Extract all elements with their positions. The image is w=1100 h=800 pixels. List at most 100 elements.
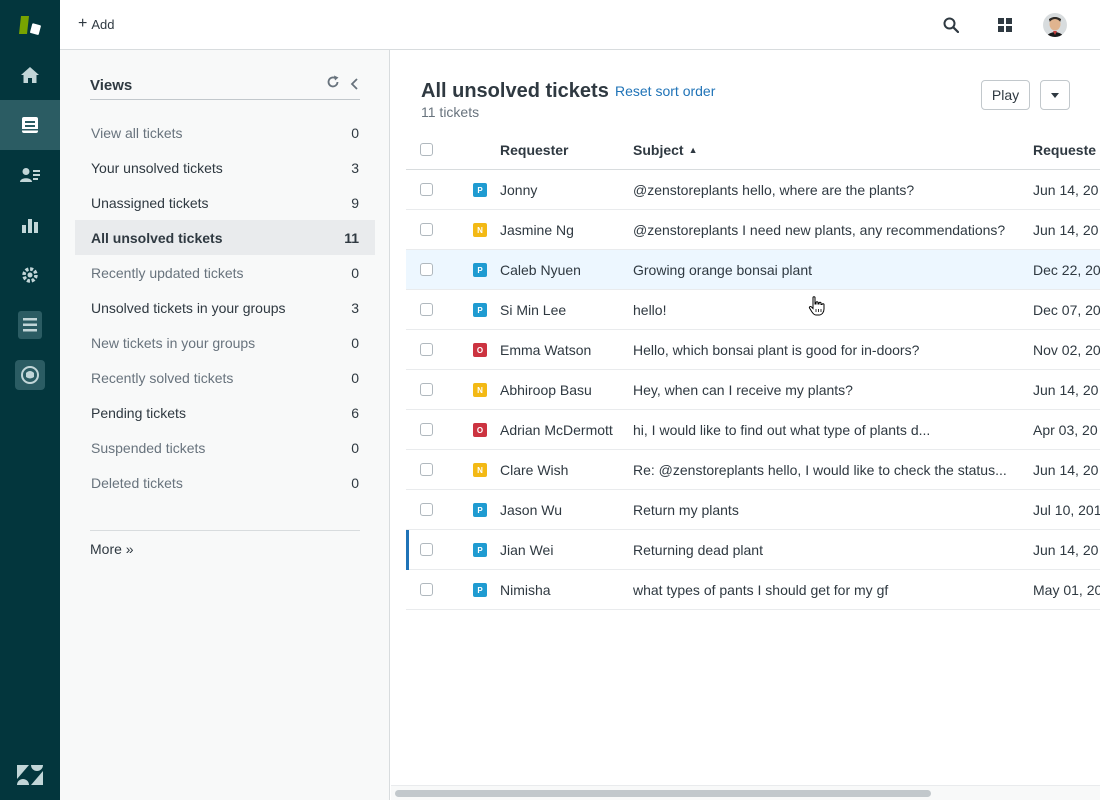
view-item-count: 0 — [351, 124, 359, 141]
zendesk-support-logo[interactable] — [0, 0, 60, 50]
view-item-count: 3 — [351, 299, 359, 316]
view-options-dropdown[interactable] — [1040, 80, 1070, 110]
view-item-label: View all tickets — [91, 124, 183, 141]
requester-cell: Si Min Lee — [500, 302, 567, 318]
view-item-unassigned[interactable]: Unassigned tickets 9 — [75, 185, 375, 220]
table-row[interactable]: N Clare Wish Re: @zenstoreplants hello, … — [406, 450, 1100, 490]
column-requested[interactable]: Requeste — [1033, 130, 1100, 170]
row-checkbox[interactable] — [420, 303, 433, 316]
requester-cell: Adrian McDermott — [500, 422, 613, 438]
view-item-view-all[interactable]: View all tickets 0 — [75, 115, 375, 150]
plus-icon: + — [78, 15, 88, 32]
view-item-deleted[interactable]: Deleted tickets 0 — [75, 465, 375, 500]
divider — [90, 530, 360, 531]
row-checkbox[interactable] — [420, 263, 433, 276]
table-row[interactable]: O Adrian McDermott hi, I would like to f… — [406, 410, 1100, 450]
view-item-label: Deleted tickets — [91, 474, 183, 491]
subject-cell[interactable]: Growing orange bonsai plant — [633, 250, 1023, 290]
date-cell: Apr 03, 20 — [1033, 422, 1098, 438]
date-cell: Jun 14, 20 — [1033, 462, 1099, 478]
view-item-recently-solved[interactable]: Recently solved tickets 0 — [75, 360, 375, 395]
requester-cell: Jasmine Ng — [500, 222, 574, 238]
status-badge: P — [473, 543, 487, 557]
views-icon[interactable] — [0, 100, 60, 150]
avatar[interactable] — [1043, 13, 1067, 37]
date-cell: Jun 14, 20 — [1033, 182, 1099, 198]
row-checkbox[interactable] — [420, 583, 433, 596]
view-item-recently-updated[interactable]: Recently updated tickets 0 — [75, 255, 375, 290]
subject-cell[interactable]: @zenstoreplants I need new plants, any r… — [633, 210, 1023, 250]
row-checkbox[interactable] — [420, 183, 433, 196]
subject-cell[interactable]: Return my plants — [633, 490, 1023, 530]
views-panel: Views View all tickets 0 Your unsolved t… — [60, 50, 390, 800]
table-row[interactable]: P Caleb Nyuen Growing orange bonsai plan… — [406, 250, 1100, 290]
subject-cell[interactable]: @zenstoreplants hello, where are the pla… — [633, 170, 1023, 210]
row-checkbox[interactable] — [420, 503, 433, 516]
table-row[interactable]: N Abhiroop Basu Hey, when can I receive … — [406, 370, 1100, 410]
add-button[interactable]: + Add — [78, 16, 114, 32]
row-checkbox[interactable] — [420, 423, 433, 436]
status-badge: N — [473, 463, 487, 477]
search-icon[interactable] — [939, 13, 963, 37]
select-all-checkbox[interactable] — [420, 143, 433, 156]
talk-icon[interactable] — [0, 350, 60, 400]
table-row[interactable]: N Jasmine Ng @zenstoreplants I need new … — [406, 210, 1100, 250]
table-row[interactable]: P Jason Wu Return my plants Jul 10, 201 — [406, 490, 1100, 530]
column-subject[interactable]: Subject ▲ — [633, 130, 1023, 170]
add-label: Add — [91, 16, 115, 32]
subject-cell[interactable]: hi, I would like to find out what type o… — [633, 410, 1023, 450]
view-item-label: Suspended tickets — [91, 439, 206, 456]
requester-cell: Caleb Nyuen — [500, 262, 581, 278]
subject-cell[interactable]: Hello, which bonsai plant is good for in… — [633, 330, 1023, 370]
status-badge: P — [473, 583, 487, 597]
row-checkbox[interactable] — [420, 343, 433, 356]
table-row[interactable]: P Nimisha what types of pants I should g… — [406, 570, 1100, 610]
product-nav-rail — [0, 0, 60, 800]
subject-cell[interactable]: Re: @zenstoreplants hello, I would like … — [633, 450, 1023, 490]
view-item-count: 0 — [351, 439, 359, 456]
view-item-unsolved-in-groups[interactable]: Unsolved tickets in your groups 3 — [75, 290, 375, 325]
subject-cell[interactable]: hello! — [633, 290, 1023, 330]
subject-cell[interactable]: Hey, when can I receive my plants? — [633, 370, 1023, 410]
table-row[interactable]: O Emma Watson Hello, which bonsai plant … — [406, 330, 1100, 370]
views-header: Views — [90, 70, 360, 100]
horizontal-scrollbar[interactable] — [391, 785, 1100, 800]
row-checkbox[interactable] — [420, 383, 433, 396]
apps-grid-icon[interactable] — [993, 13, 1017, 37]
row-checkbox[interactable] — [420, 223, 433, 236]
date-cell: Jun 14, 20 — [1033, 382, 1099, 398]
table-row[interactable]: P Jonny @zenstoreplants hello, where are… — [406, 170, 1100, 210]
status-badge: O — [473, 343, 487, 357]
more-views-link[interactable]: More » — [90, 541, 134, 557]
play-button[interactable]: Play — [981, 80, 1030, 110]
view-item-your-unsolved[interactable]: Your unsolved tickets 3 — [75, 150, 375, 185]
reset-sort-link[interactable]: Reset sort order — [615, 83, 715, 99]
requester-cell: Jason Wu — [500, 502, 562, 518]
view-item-label: All unsolved tickets — [91, 229, 223, 246]
refresh-icon[interactable] — [326, 75, 340, 89]
ticket-count: 11 tickets — [421, 104, 480, 120]
requester-cell: Jonny — [500, 182, 538, 198]
view-item-new-in-groups[interactable]: New tickets in your groups 0 — [75, 325, 375, 360]
table-row[interactable]: P Jian Wei Returning dead plant Jun 14, … — [406, 530, 1100, 570]
table-header: Requester Subject ▲ Requeste — [406, 130, 1100, 170]
row-checkbox[interactable] — [420, 543, 433, 556]
view-item-pending[interactable]: Pending tickets 6 — [75, 395, 375, 430]
view-item-label: Unassigned tickets — [91, 194, 209, 211]
zendesk-logo-icon[interactable] — [0, 750, 60, 800]
view-item-all-unsolved[interactable]: All unsolved tickets 11 — [75, 220, 375, 255]
column-requester[interactable]: Requester — [500, 130, 628, 170]
collapse-panel-icon[interactable] — [350, 77, 360, 90]
sidebar-app-icon[interactable] — [0, 300, 60, 350]
date-cell: Jun 14, 20 — [1033, 222, 1099, 238]
subject-cell[interactable]: Returning dead plant — [633, 530, 1023, 570]
admin-icon[interactable] — [0, 250, 60, 300]
view-item-suspended[interactable]: Suspended tickets 0 — [75, 430, 375, 465]
scrollbar-thumb[interactable] — [395, 790, 931, 797]
customers-icon[interactable] — [0, 150, 60, 200]
subject-cell[interactable]: what types of pants I should get for my … — [633, 570, 1023, 610]
table-row[interactable]: P Si Min Lee hello! Dec 07, 20 — [406, 290, 1100, 330]
row-checkbox[interactable] — [420, 463, 433, 476]
reporting-icon[interactable] — [0, 200, 60, 250]
home-icon[interactable] — [0, 50, 60, 100]
